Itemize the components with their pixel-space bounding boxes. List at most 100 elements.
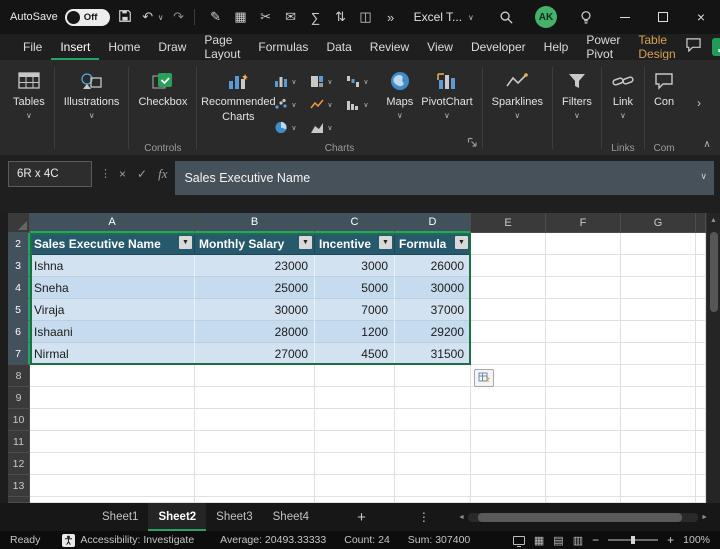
cell[interactable]: [546, 365, 621, 387]
tab-developer[interactable]: Developer: [462, 34, 535, 60]
cell[interactable]: [696, 233, 706, 255]
cell[interactable]: [696, 365, 706, 387]
cell[interactable]: Nirmal: [30, 343, 195, 365]
cell[interactable]: [621, 277, 696, 299]
window-title[interactable]: Excel T... ∨: [414, 10, 474, 24]
status-count[interactable]: Count: 24: [344, 534, 390, 546]
cell[interactable]: [395, 475, 471, 497]
autosum-icon[interactable]: ∑: [308, 10, 324, 25]
tables-button[interactable]: Tables ∨: [9, 65, 49, 123]
cell[interactable]: [621, 299, 696, 321]
cell[interactable]: 28000: [195, 321, 315, 343]
row-header-11[interactable]: 11: [8, 431, 30, 453]
cancel-button[interactable]: ×: [119, 167, 126, 181]
cell[interactable]: 31500: [395, 343, 471, 365]
cell[interactable]: [395, 409, 471, 431]
filter-dropdown-icon[interactable]: ▼: [455, 236, 468, 249]
cell[interactable]: [315, 431, 395, 453]
cell[interactable]: [30, 365, 195, 387]
illustrations-button[interactable]: Illustrations ∨: [60, 65, 124, 123]
row-header-10[interactable]: 10: [8, 409, 30, 431]
sheet-options-icon[interactable]: ⋮: [418, 510, 430, 524]
cell[interactable]: [471, 431, 546, 453]
cell[interactable]: [395, 365, 471, 387]
filter-dropdown-icon[interactable]: ▼: [179, 236, 192, 249]
cell[interactable]: 3000: [315, 255, 395, 277]
cell[interactable]: Ishaani: [30, 321, 195, 343]
cell[interactable]: [195, 387, 315, 409]
redo-button[interactable]: ↷: [171, 9, 187, 25]
tab-page-layout[interactable]: Page Layout: [195, 33, 249, 61]
cell[interactable]: [195, 409, 315, 431]
cell[interactable]: 30000: [395, 277, 471, 299]
table-header-cell[interactable]: Incentive ▼: [315, 233, 395, 255]
cell[interactable]: 1200: [315, 321, 395, 343]
cell[interactable]: 37000: [395, 299, 471, 321]
expand-formula-bar-icon[interactable]: ∨: [700, 171, 707, 182]
cell[interactable]: [696, 409, 706, 431]
cell[interactable]: [315, 475, 395, 497]
row-header-13[interactable]: 13: [8, 475, 30, 497]
pie-chart-button[interactable]: ∨: [274, 121, 310, 134]
sheet-tab-sheet1[interactable]: Sheet1: [92, 503, 148, 531]
sheet-tab-sheet4[interactable]: Sheet4: [263, 503, 319, 531]
cell[interactable]: [546, 321, 621, 343]
horizontal-scrollbar-thumb[interactable]: [477, 512, 683, 522]
filters-button[interactable]: Filters ∨: [558, 65, 596, 123]
cell[interactable]: 23000: [195, 255, 315, 277]
maximize-button[interactable]: [644, 0, 682, 34]
hierarchy-chart-button[interactable]: ∨: [310, 75, 346, 88]
tab-file[interactable]: File: [14, 34, 51, 60]
cell[interactable]: [546, 387, 621, 409]
tab-table-design[interactable]: Table Design: [629, 33, 684, 61]
undo-chevron-icon[interactable]: ∨: [158, 13, 164, 22]
comments-icon[interactable]: [685, 37, 702, 57]
page-break-view-icon[interactable]: ▥: [573, 534, 583, 547]
cell[interactable]: [546, 299, 621, 321]
cell[interactable]: [471, 233, 546, 255]
column-chart-button[interactable]: ∨: [274, 75, 310, 88]
tab-formulas[interactable]: Formulas: [249, 34, 317, 60]
cell[interactable]: [546, 343, 621, 365]
cell[interactable]: [621, 453, 696, 475]
window-icon[interactable]: ◫: [358, 9, 374, 25]
zoom-in-button[interactable]: +: [667, 533, 674, 547]
cell[interactable]: [621, 321, 696, 343]
row-header-8[interactable]: 8: [8, 365, 30, 387]
column-header-B[interactable]: B: [195, 213, 315, 233]
status-average[interactable]: Average: 20493.33333: [220, 534, 326, 546]
vertical-scrollbar[interactable]: ▲: [706, 213, 720, 503]
cell[interactable]: [471, 453, 546, 475]
accessibility-status[interactable]: Accessibility: Investigate: [62, 533, 194, 547]
minimize-button[interactable]: [606, 0, 644, 34]
cell[interactable]: [621, 343, 696, 365]
cell[interactable]: [546, 233, 621, 255]
cell[interactable]: [546, 475, 621, 497]
qat-overflow-button[interactable]: »: [383, 10, 399, 25]
table-header-cell[interactable]: Monthly Salary ▼: [195, 233, 315, 255]
cell[interactable]: Viraja: [30, 299, 195, 321]
tab-insert[interactable]: Insert: [51, 34, 99, 60]
cell[interactable]: Ishna: [30, 255, 195, 277]
cell[interactable]: [696, 431, 706, 453]
cell[interactable]: [696, 299, 706, 321]
cell[interactable]: [195, 431, 315, 453]
tips-lightbulb-icon[interactable]: [566, 0, 606, 34]
cell[interactable]: 27000: [195, 343, 315, 365]
cell[interactable]: [546, 255, 621, 277]
cell[interactable]: [621, 255, 696, 277]
scroll-up-icon[interactable]: ▲: [710, 213, 717, 227]
table-header-cell[interactable]: Sales Executive Name ▼: [30, 233, 195, 255]
zoom-slider-thumb[interactable]: [631, 536, 636, 544]
cell[interactable]: [471, 321, 546, 343]
cell[interactable]: [621, 431, 696, 453]
row-header-12[interactable]: 12: [8, 453, 30, 475]
tab-power-pivot[interactable]: Power Pivot: [577, 33, 629, 61]
cell[interactable]: [315, 365, 395, 387]
cell[interactable]: [696, 453, 706, 475]
cell[interactable]: [696, 321, 706, 343]
ribbon-scroll-right-button[interactable]: ›: [692, 70, 706, 135]
search-icon[interactable]: [486, 0, 526, 34]
collapse-ribbon-icon[interactable]: ∧: [698, 137, 716, 151]
vertical-scrollbar-thumb[interactable]: [709, 232, 718, 312]
